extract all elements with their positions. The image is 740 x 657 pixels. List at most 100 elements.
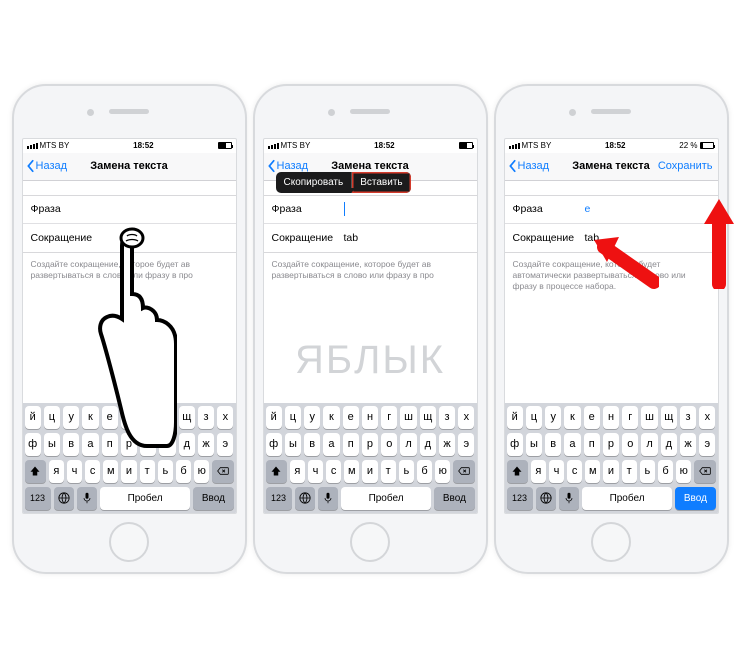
- key-к[interactable]: к: [564, 406, 580, 429]
- key-а[interactable]: а: [82, 433, 98, 456]
- key-ч[interactable]: ч: [308, 460, 323, 483]
- key-д[interactable]: д: [420, 433, 436, 456]
- home-button[interactable]: [350, 522, 390, 562]
- key-shift[interactable]: [266, 460, 287, 483]
- key-в[interactable]: в: [545, 433, 561, 456]
- key-с[interactable]: с: [567, 460, 582, 483]
- key-к[interactable]: к: [323, 406, 339, 429]
- key-ф[interactable]: ф: [25, 433, 41, 456]
- key-ф[interactable]: ф: [507, 433, 523, 456]
- key-т[interactable]: т: [381, 460, 396, 483]
- key-enter[interactable]: Ввод: [193, 487, 233, 510]
- key-а[interactable]: а: [323, 433, 339, 456]
- key-р[interactable]: р: [362, 433, 378, 456]
- key-р[interactable]: р: [121, 433, 137, 456]
- key-к[interactable]: к: [82, 406, 98, 429]
- keyboard[interactable]: йцукенгшщзхфывапролджэячсмитьбю123Пробел…: [264, 403, 477, 513]
- shortcut-input[interactable]: tab: [344, 232, 359, 244]
- key-н[interactable]: н: [603, 406, 619, 429]
- key-м[interactable]: м: [103, 460, 118, 483]
- key-щ[interactable]: щ: [661, 406, 677, 429]
- key-ж[interactable]: ж: [680, 433, 696, 456]
- key-enter[interactable]: Ввод: [675, 487, 715, 510]
- key-л[interactable]: л: [400, 433, 416, 456]
- shortcut-input[interactable]: tab: [585, 232, 600, 244]
- key-globe[interactable]: [295, 487, 315, 510]
- key-п[interactable]: п: [343, 433, 359, 456]
- key-mic[interactable]: [559, 487, 579, 510]
- key-е[interactable]: е: [102, 406, 118, 429]
- key-в[interactable]: в: [63, 433, 79, 456]
- key-г[interactable]: г: [622, 406, 638, 429]
- key-shift[interactable]: [25, 460, 46, 483]
- key-в[interactable]: в: [304, 433, 320, 456]
- key-м[interactable]: м: [585, 460, 600, 483]
- key-л[interactable]: л: [641, 433, 657, 456]
- key-э[interactable]: э: [217, 433, 233, 456]
- phrase-input[interactable]: e: [585, 203, 591, 215]
- key-я[interactable]: я: [49, 460, 64, 483]
- key-д[interactable]: д: [661, 433, 677, 456]
- key-х[interactable]: х: [217, 406, 233, 429]
- key-н[interactable]: н: [362, 406, 378, 429]
- key-р[interactable]: р: [603, 433, 619, 456]
- key-б[interactable]: б: [417, 460, 432, 483]
- key-и[interactable]: и: [603, 460, 618, 483]
- key-д[interactable]: д: [179, 433, 195, 456]
- key-и[interactable]: и: [121, 460, 136, 483]
- key-я[interactable]: я: [290, 460, 305, 483]
- phrase-row[interactable]: Фраза: [264, 196, 477, 224]
- key-ф[interactable]: ф: [266, 433, 282, 456]
- key-у[interactable]: у: [545, 406, 561, 429]
- key-backspace[interactable]: [453, 460, 474, 483]
- shortcut-row[interactable]: Сокращение: [23, 224, 236, 252]
- key-с[interactable]: с: [85, 460, 100, 483]
- phrase-row[interactable]: Фраза: [23, 196, 236, 224]
- key-г[interactable]: г: [140, 406, 156, 429]
- key-э[interactable]: э: [699, 433, 715, 456]
- key-я[interactable]: я: [531, 460, 546, 483]
- key-ш[interactable]: ш: [159, 406, 175, 429]
- key-т[interactable]: т: [140, 460, 155, 483]
- key-п[interactable]: п: [102, 433, 118, 456]
- key-б[interactable]: б: [176, 460, 191, 483]
- key-ы[interactable]: ы: [44, 433, 60, 456]
- key-г[interactable]: г: [381, 406, 397, 429]
- key-е[interactable]: е: [343, 406, 359, 429]
- key-space[interactable]: Пробел: [582, 487, 672, 510]
- key-а[interactable]: а: [564, 433, 580, 456]
- key-ш[interactable]: ш: [400, 406, 416, 429]
- back-button[interactable]: Назад: [23, 159, 68, 173]
- key-ю[interactable]: ю: [676, 460, 691, 483]
- key-з[interactable]: з: [439, 406, 455, 429]
- key-о[interactable]: о: [622, 433, 638, 456]
- key-ч[interactable]: ч: [67, 460, 82, 483]
- key-space[interactable]: Пробел: [100, 487, 190, 510]
- key-ц[interactable]: ц: [44, 406, 60, 429]
- save-button[interactable]: Сохранить: [658, 160, 718, 172]
- key-backspace[interactable]: [212, 460, 233, 483]
- key-ю[interactable]: ю: [435, 460, 450, 483]
- key-б[interactable]: б: [658, 460, 673, 483]
- key-у[interactable]: у: [63, 406, 79, 429]
- back-button[interactable]: Назад: [264, 159, 309, 173]
- key-ы[interactable]: ы: [526, 433, 542, 456]
- key-щ[interactable]: щ: [179, 406, 195, 429]
- key-mic[interactable]: [318, 487, 338, 510]
- key-й[interactable]: й: [266, 406, 282, 429]
- key-space[interactable]: Пробел: [341, 487, 431, 510]
- context-paste[interactable]: Вставить: [352, 172, 410, 193]
- phrase-row[interactable]: Фраза e: [505, 196, 718, 224]
- key-ц[interactable]: ц: [526, 406, 542, 429]
- context-menu[interactable]: Скопировать Вставить: [276, 172, 411, 193]
- key-ж[interactable]: ж: [198, 433, 214, 456]
- key-т[interactable]: т: [622, 460, 637, 483]
- key-с[interactable]: с: [326, 460, 341, 483]
- key-п[interactable]: п: [584, 433, 600, 456]
- home-button[interactable]: [109, 522, 149, 562]
- key-globe[interactable]: [54, 487, 74, 510]
- key-х[interactable]: х: [458, 406, 474, 429]
- key-з[interactable]: з: [198, 406, 214, 429]
- key-123[interactable]: 123: [25, 487, 51, 510]
- key-й[interactable]: й: [507, 406, 523, 429]
